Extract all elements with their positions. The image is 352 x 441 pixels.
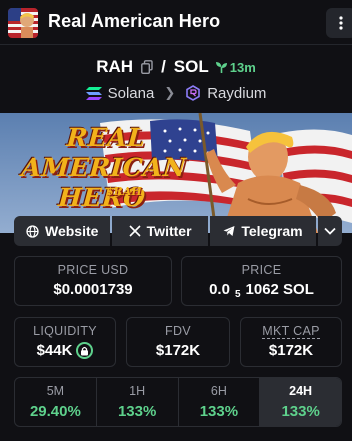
x-logo-icon <box>129 225 141 237</box>
seedling-icon <box>215 61 227 73</box>
more-links-button[interactable] <box>318 216 343 246</box>
social-links: Website Twitter Telegram <box>14 216 343 246</box>
price-usd-label: PRICE USD <box>57 263 129 277</box>
fdv-value: $172K <box>155 342 201 359</box>
twitter-label: Twitter <box>146 223 192 239</box>
banner-title-line2: HERO <box>57 183 147 212</box>
liquidity-value: $44K <box>36 342 73 359</box>
tab-5m-value: 29.40% <box>29 403 81 420</box>
fdv-label: FDV <box>165 324 191 338</box>
tab-6h-value: 133% <box>199 403 239 420</box>
tab-5m-label: 5M <box>46 384 65 398</box>
price-sol-prefix: 0.0 <box>209 281 230 298</box>
raydium-icon <box>186 85 201 101</box>
twitter-button[interactable]: Twitter <box>112 216 208 246</box>
market-cap-card: MKT CAP $172K <box>240 317 342 367</box>
token-title: Real American Hero <box>48 11 221 31</box>
price-sol-value: 0.0 5 1062 SOL <box>182 281 341 300</box>
tab-24h-value: 133% <box>281 403 320 420</box>
price-usd-card: PRICE USD $0.0001739 <box>14 256 172 306</box>
price-label: PRICE <box>241 263 282 277</box>
telegram-label: Telegram <box>241 223 303 239</box>
dex-name[interactable]: Raydium <box>207 85 266 102</box>
website-button[interactable]: Website <box>14 216 111 246</box>
tab-24h-label: 24H <box>289 384 313 398</box>
tab-1h-value: 133% <box>117 403 157 420</box>
price-sol-zero-count: 5 <box>234 289 241 300</box>
globe-icon <box>26 224 39 238</box>
tab-24h[interactable]: 24H 133% <box>260 378 341 426</box>
price-sol-card: PRICE 0.0 5 1062 SOL <box>181 256 342 306</box>
website-label: Website <box>44 223 99 239</box>
liquidity-label: LIQUIDITY <box>33 324 97 338</box>
lock-icon[interactable] <box>76 342 94 359</box>
token-avatar <box>8 8 38 38</box>
solana-icon <box>85 86 102 100</box>
network-name[interactable]: Solana <box>108 85 155 102</box>
tab-6h-label: 6H <box>210 384 227 398</box>
price-sol-digits: 1062 SOL <box>245 281 314 298</box>
market-cap-label: MKT CAP <box>262 324 320 339</box>
pair-age: 13m <box>215 60 256 75</box>
telegram-button[interactable]: Telegram <box>209 216 317 246</box>
banner-title: REAL AMERICAN HERO <box>6 123 202 213</box>
kebab-menu-icon <box>339 16 343 30</box>
more-menu-button[interactable] <box>326 8 352 38</box>
pair-age-value: 13m <box>229 59 256 75</box>
base-symbol: RAH <box>96 57 134 76</box>
liquidity-value-row: $44K <box>15 342 115 359</box>
chevron-down-icon <box>324 227 336 235</box>
price-change-tabs: 5M 29.40% 1H 133% 6H 133% 24H 133% <box>14 377 342 427</box>
chevron-right-icon: ❯ <box>164 85 176 100</box>
header-divider <box>0 44 352 45</box>
banner-ticker: $RAH <box>106 185 142 198</box>
market-cap-value: $172K <box>268 342 314 359</box>
copy-icon[interactable] <box>141 60 153 74</box>
pair-separator: / <box>161 57 166 76</box>
banner-title-line1: REAL AMERICAN <box>20 123 188 182</box>
tab-1h[interactable]: 1H 133% <box>97 378 179 426</box>
app-header: Real American Hero <box>0 0 352 44</box>
tab-1h-label: 1H <box>129 384 146 398</box>
tab-6h[interactable]: 6H 133% <box>179 378 261 426</box>
token-banner: REAL AMERICAN HERO $RAH <box>0 113 352 233</box>
market-cap-label-wrap[interactable]: MKT CAP <box>241 324 341 339</box>
liquidity-card: LIQUIDITY $44K <box>14 317 116 367</box>
telegram-icon <box>223 226 235 236</box>
chain-breadcrumb: Solana ❯ Raydium <box>0 83 352 103</box>
trading-pair: RAH / SOL 13m <box>0 56 352 78</box>
quote-symbol: SOL <box>173 57 209 76</box>
fdv-card: FDV $172K <box>126 317 230 367</box>
price-usd-value: $0.0001739 <box>53 281 133 298</box>
tab-5m[interactable]: 5M 29.40% <box>15 378 97 426</box>
